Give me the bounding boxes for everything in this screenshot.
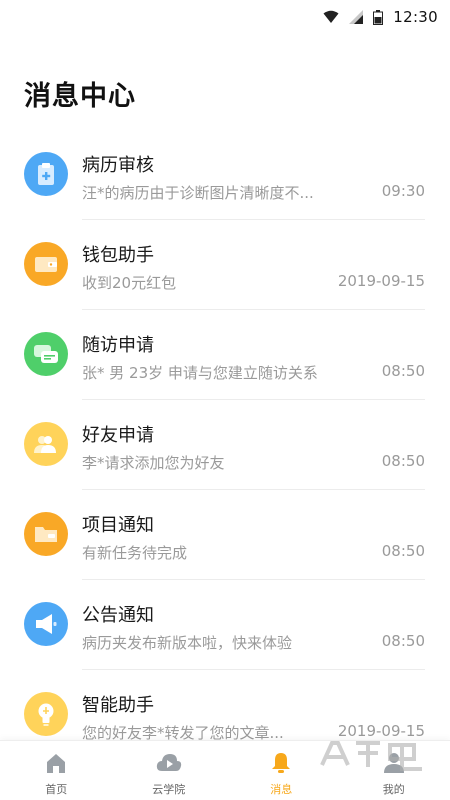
message-title: 随访申请 [82,335,154,356]
message-time: 2019-09-15 [337,272,425,290]
message-time: 09:30 [381,182,425,200]
message-time: 08:50 [381,452,425,470]
message-item-announcement[interactable]: 公告通知 病历夹发布新版本啦，快来体验 08:50 [0,580,450,670]
folder-icon [24,512,68,556]
tab-label: 消息 [270,783,293,796]
message-title: 公告通知 [82,605,154,626]
clipboard-icon [24,152,68,196]
message-time: 08:50 [381,632,425,650]
status-bar: 12:30 [0,0,450,34]
bulb-icon [24,692,68,736]
signal-icon [349,10,364,24]
message-item-followup[interactable]: 随访申请 张* 男 23岁 申请与您建立随访关系 08:50 [0,310,450,400]
message-title: 项目通知 [82,515,154,536]
tab-label: 我的 [382,783,405,796]
message-title: 病历审核 [82,155,154,176]
tab-cloud-academy[interactable]: 云学院 [113,741,226,800]
message-preview: 有新任务待完成 [82,544,188,562]
message-item-project[interactable]: 项目通知 有新任务待完成 08:50 [0,490,450,580]
status-time: 12:30 [393,8,438,26]
message-title: 钱包助手 [82,245,154,266]
tab-home[interactable]: 首页 [0,741,113,800]
page-title: 消息中心 [24,81,136,112]
message-preview: 病历夹发布新版本啦，快来体验 [82,634,293,652]
message-list: 病历审核 汪*的病历由于诊断图片清晰度不... 09:30 钱包助手 收到20元… [0,130,450,760]
battery-icon [373,9,384,25]
watermark [318,735,428,782]
message-preview: 张* 男 23岁 申请与您建立随访关系 [82,364,318,382]
message-item-wallet[interactable]: 钱包助手 收到20元红包 2019-09-15 [0,220,450,310]
message-title: 好友申请 [82,425,154,446]
wallet-icon [24,242,68,286]
message-time: 08:50 [381,362,425,380]
tab-label: 云学院 [152,783,186,796]
wifi-icon [323,10,339,23]
bell-icon [271,751,291,775]
message-preview: 李*请求添加您为好友 [82,454,225,472]
message-item-friend-request[interactable]: 好友申请 李*请求添加您为好友 08:50 [0,400,450,490]
cloud-play-icon [156,751,182,775]
message-preview: 汪*的病历由于诊断图片清晰度不... [82,184,314,202]
message-time: 08:50 [381,542,425,560]
home-icon [45,751,67,775]
users-icon [24,422,68,466]
chat-icon [24,332,68,376]
tab-label: 首页 [45,783,68,796]
message-item-record-review[interactable]: 病历审核 汪*的病历由于诊断图片清晰度不... 09:30 [0,130,450,220]
megaphone-icon [24,602,68,646]
message-title: 智能助手 [82,695,154,716]
message-preview: 收到20元红包 [82,274,177,292]
